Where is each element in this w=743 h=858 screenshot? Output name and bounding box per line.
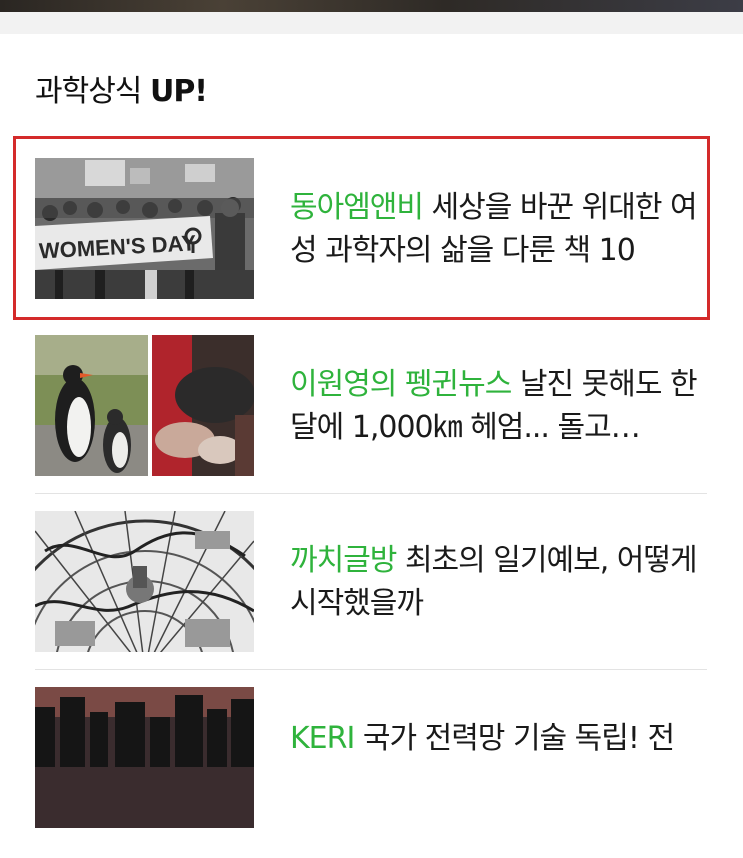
article-title[interactable]: 이원영의 펭귄뉴스 날진 못해도 한 달에 1,000㎞ 헤엄... 돌고… xyxy=(290,335,710,476)
section-title-suffix: UP! xyxy=(149,74,208,109)
top-image-strip xyxy=(0,0,743,12)
article-title[interactable]: KERI 국가 전력망 기술 독립! 전 xyxy=(290,687,710,858)
section-title-prefix: 과학상식 xyxy=(35,74,142,109)
article-item-weather-forecast[interactable]: 까치글방 최초의 일기예보, 어떻게 시작했을까 xyxy=(35,511,707,652)
article-title[interactable]: 까치글방 최초의 일기예보, 어떻게 시작했을까 xyxy=(290,511,710,652)
list-divider xyxy=(35,493,707,494)
selection-highlight-box xyxy=(13,136,710,320)
section-title: 과학상식 UP! xyxy=(35,66,208,110)
section-separator xyxy=(0,12,743,34)
article-headline: 국가 전력망 기술 독립! 전 xyxy=(362,721,675,756)
article-category: 이원영의 펭귄뉴스 xyxy=(290,366,512,402)
article-category: KERI xyxy=(290,721,355,756)
article-thumbnail[interactable] xyxy=(35,511,254,652)
list-divider xyxy=(35,669,707,670)
article-thumbnail[interactable] xyxy=(35,335,254,476)
article-item-penguin-news[interactable]: 이원영의 펭귄뉴스 날진 못해도 한 달에 1,000㎞ 헤엄... 돌고… xyxy=(35,335,707,476)
article-thumbnail[interactable] xyxy=(35,687,254,828)
article-category: 까치글방 xyxy=(290,542,397,578)
article-item-keri[interactable]: KERI 국가 전력망 기술 독립! 전 xyxy=(35,687,707,828)
